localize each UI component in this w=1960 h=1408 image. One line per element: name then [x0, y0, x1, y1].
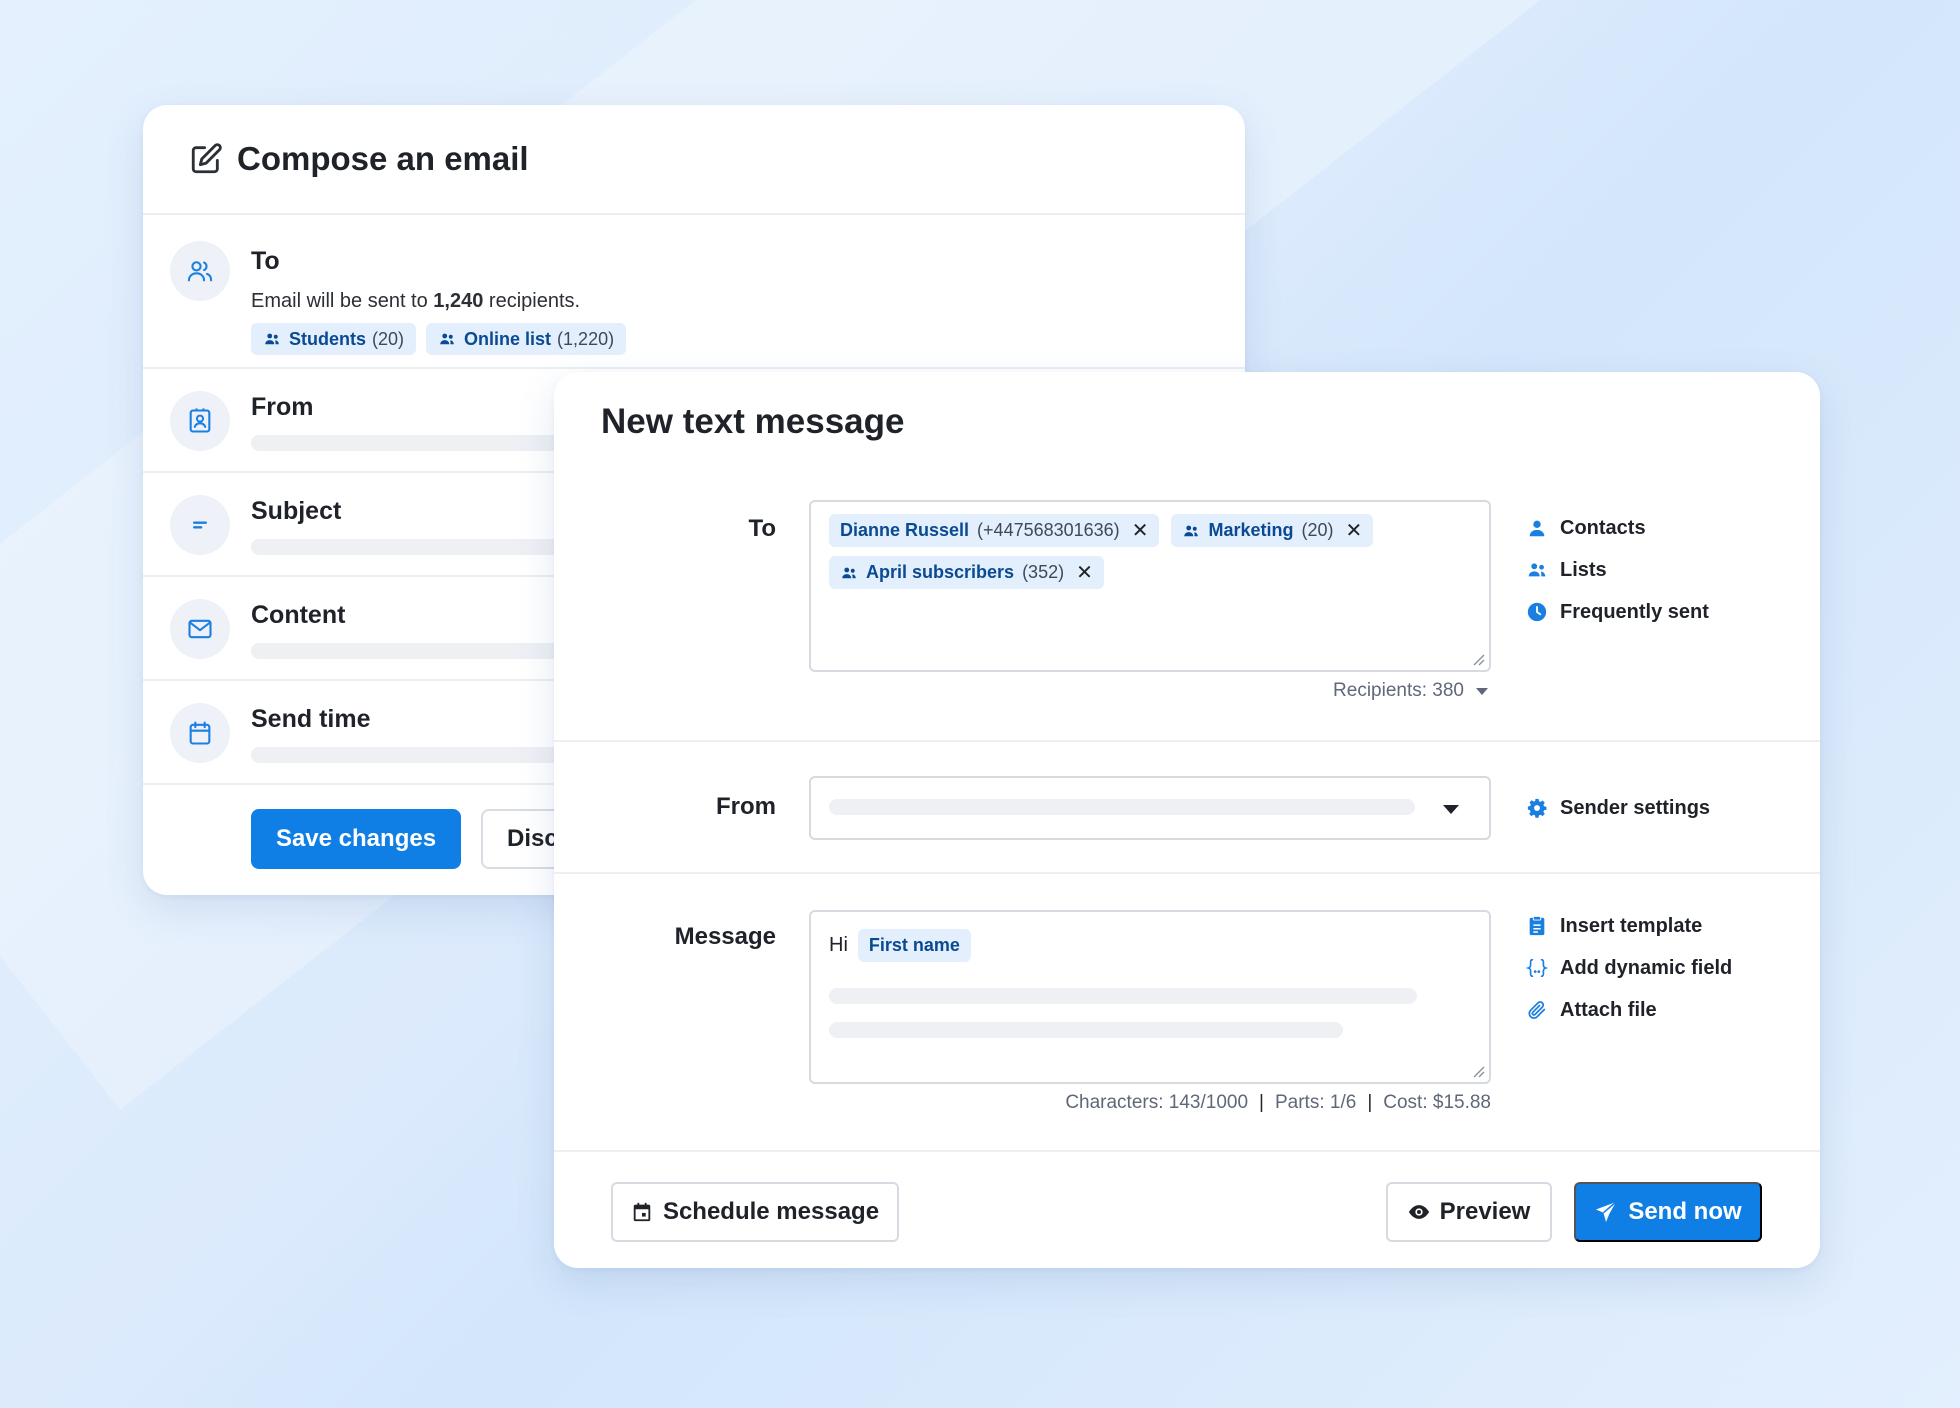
- paperclip-icon: [1528, 1001, 1546, 1019]
- sms-to-section: To Dianne Russell (+447568301636) ✕ Market…: [554, 372, 1820, 742]
- frequently-sent-link[interactable]: Frequently sent: [1526, 591, 1709, 633]
- remove-chip-icon[interactable]: ✕: [1132, 518, 1149, 543]
- remove-chip-icon[interactable]: ✕: [1346, 518, 1363, 543]
- insert-template-link[interactable]: Insert template: [1526, 905, 1732, 947]
- to-side-actions: Contacts Lists Frequently sent: [1526, 507, 1709, 633]
- message-greeting: Hi First name: [829, 929, 971, 962]
- group-icon: [265, 333, 279, 345]
- new-text-message-card: New text message To Dianne Russell (+4475…: [554, 372, 1820, 1268]
- caret-down-icon: [1476, 687, 1488, 695]
- person-icon: [1529, 520, 1545, 537]
- send-now-button[interactable]: Send now: [1574, 1182, 1762, 1242]
- email-from-label: From: [251, 393, 314, 421]
- email-content-label: Content: [251, 601, 346, 629]
- eye-icon: [1408, 1205, 1429, 1219]
- clock-icon: [1527, 602, 1547, 622]
- recipient-chip-dianne-russell[interactable]: Dianne Russell (+447568301636) ✕: [829, 514, 1160, 547]
- resize-handle-icon[interactable]: [1471, 1064, 1485, 1078]
- sms-from-section: From Sender settings: [554, 742, 1820, 874]
- group-icon: [440, 333, 454, 345]
- dropdown-caret-icon: [1443, 805, 1459, 814]
- email-chip-online-list[interactable]: Online list (1,220): [426, 323, 627, 355]
- remove-chip-icon[interactable]: ✕: [1076, 560, 1093, 585]
- character-count: Characters: 143/1000: [1065, 1092, 1249, 1113]
- cost-value: Cost: $15.88: [1383, 1092, 1491, 1113]
- calendar-icon: [633, 1202, 651, 1222]
- email-header: Compose an email: [143, 105, 1245, 215]
- clipboard-icon: [1529, 915, 1545, 936]
- lists-link[interactable]: Lists: [1526, 549, 1709, 591]
- attach-file-link[interactable]: Attach file: [1526, 989, 1732, 1031]
- from-side-actions: Sender settings: [1526, 787, 1710, 829]
- contact-card-icon: [170, 391, 230, 451]
- sms-message-section: Message Hi First name Characters: 143/10…: [554, 874, 1820, 1152]
- message-placeholder-line: [829, 988, 1417, 1004]
- message-side-actions: Insert template Add dynamic field Attach…: [1526, 905, 1732, 1031]
- recipient-chip-marketing[interactable]: Marketing (20) ✕: [1171, 514, 1374, 547]
- message-stats: Characters: 143/1000 | Parts: 1/6 | Cost…: [1065, 1092, 1491, 1113]
- group-icon: [1184, 525, 1199, 536]
- recipient-chips: Dianne Russell (+447568301636) ✕ Marketing…: [829, 514, 1471, 589]
- edit-icon: [191, 143, 222, 174]
- save-changes-button[interactable]: Save changes: [251, 809, 461, 869]
- gear-icon: [1527, 798, 1547, 818]
- email-to-row[interactable]: To Email will be sent to 1,240 recipient…: [143, 215, 1245, 369]
- recipients-count-dropdown[interactable]: Recipients: 380: [1333, 680, 1488, 702]
- recipients-icon: [170, 241, 230, 301]
- group-icon: [1528, 563, 1546, 577]
- group-icon: [842, 567, 856, 578]
- recipients-input[interactable]: Dianne Russell (+447568301636) ✕ Marketing…: [809, 500, 1491, 672]
- sms-message-label: Message: [674, 923, 776, 950]
- email-recipients-summary: Email will be sent to 1,240 recipients.: [251, 290, 581, 312]
- schedule-message-button[interactable]: Schedule message: [611, 1182, 899, 1242]
- email-send-time-label: Send time: [251, 705, 371, 733]
- email-to-label: To: [251, 247, 280, 275]
- sender-placeholder-bar: [829, 799, 1415, 815]
- calendar-icon: [170, 703, 230, 763]
- email-title: Compose an email: [237, 140, 529, 177]
- sms-from-label: From: [716, 793, 776, 820]
- message-placeholder-line: [829, 1022, 1343, 1038]
- recipient-chip-april-subscribers[interactable]: April subscribers (352) ✕: [829, 556, 1104, 589]
- send-icon: [1596, 1201, 1617, 1222]
- mail-icon: [170, 599, 230, 659]
- email-chip-students[interactable]: Students (20): [251, 323, 417, 355]
- parts-count: Parts: 1/6: [1274, 1092, 1357, 1113]
- sms-footer: Schedule message Preview Send now: [554, 1152, 1820, 1268]
- contacts-link[interactable]: Contacts: [1526, 507, 1709, 549]
- subject-lines-icon: [170, 495, 230, 555]
- add-dynamic-field-link[interactable]: Add dynamic field: [1526, 947, 1732, 989]
- email-subject-label: Subject: [251, 497, 342, 525]
- preview-button[interactable]: Preview: [1386, 1182, 1552, 1242]
- sms-to-label: To: [748, 515, 776, 542]
- sender-settings-link[interactable]: Sender settings: [1526, 787, 1710, 829]
- resize-handle-icon[interactable]: [1471, 652, 1485, 666]
- message-textarea[interactable]: Hi First name: [809, 910, 1491, 1084]
- dynamic-field-chip[interactable]: First name: [857, 929, 971, 962]
- sender-select[interactable]: [809, 776, 1491, 840]
- curly-braces-icon: [1526, 958, 1548, 978]
- email-recipient-chips: Students (20) Online list (1,220): [251, 323, 627, 355]
